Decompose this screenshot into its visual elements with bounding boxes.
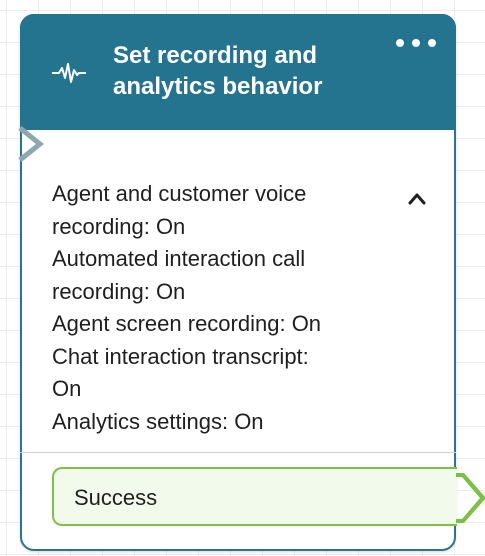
success-branch[interactable]: Success [52,467,457,526]
menu-dot [396,39,404,47]
settings-line: Automated interaction call [52,246,306,271]
block-title-line-2: analytics behavior [113,73,323,100]
flow-block[interactable]: Set recording and analytics behavior Age… [18,14,485,551]
settings-line: Agent and customer voice [52,181,307,206]
settings-summary: Agent and customer voice recording: On A… [52,178,392,438]
more-dots-icon[interactable] [396,36,436,50]
chevron-up-icon[interactable] [406,188,428,210]
settings-line: Analytics settings: On [52,408,264,434]
settings-line: recording: On [52,278,186,304]
waveform-icon [52,63,86,83]
block-title-line-1: Set recording and [113,42,318,69]
menu-dot [412,39,420,47]
success-output-connector[interactable] [456,473,485,523]
block-title: Set recording and analytics behavior [113,40,393,102]
section-divider [20,452,456,453]
settings-line: On [52,376,82,401]
success-branch-label: Success [74,485,158,510]
settings-line: Agent screen recording: On [52,311,322,336]
input-connector-notch[interactable] [18,126,52,166]
settings-line: recording: On [52,213,186,239]
menu-dot [428,39,436,47]
settings-line: Chat interaction transcript: [52,343,309,369]
block-header[interactable]: Set recording and analytics behavior [20,14,456,130]
